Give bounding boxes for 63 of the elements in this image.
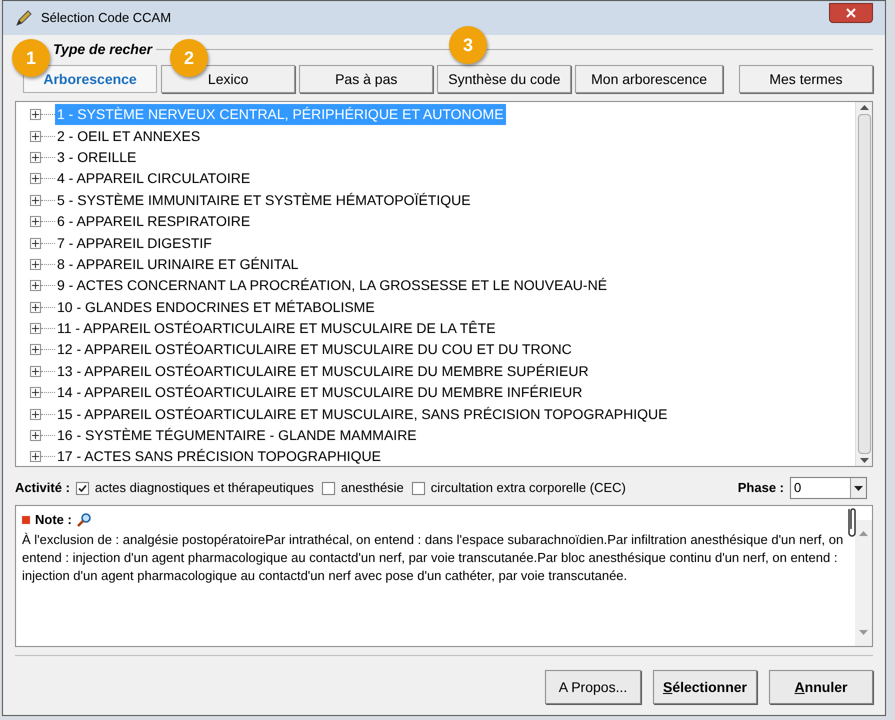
dialog-button[interactable]: Sélectionner [653,670,757,704]
tree-item[interactable]: 2 - OEIL ET ANNEXES [55,126,202,147]
checkbox-label: actes diagnostiques et thérapeutiques [94,479,314,498]
tree-item[interactable]: 6 - APPAREIL RESPIRATOIRE [55,211,252,232]
scroll-down-icon[interactable] [860,458,868,464]
expand-icon[interactable] [30,258,41,270]
expand-icon[interactable] [30,387,41,398]
tab[interactable]: Lexico [161,65,296,93]
tree-item[interactable]: 7 - APPAREIL DIGESTIF [55,232,214,254]
expand-icon[interactable] [30,238,41,249]
phase-dropdown[interactable]: 0 [790,477,867,499]
expand-icon[interactable] [30,130,41,142]
expand-icon[interactable] [30,280,41,292]
scroll-thumb[interactable] [858,114,870,454]
close-button[interactable] [829,3,873,23]
expand-icon[interactable] [30,344,41,356]
phase-label: Phase : [738,479,784,498]
scrollbar[interactable] [855,102,872,466]
tab[interactable]: Mes termes [738,65,873,93]
note-text: À l'exclusion de : analgésie postopératoirePar intrathécal, on entend : dans l'espace subarachnoïdien.Par infiltration anesthésique d'un nerf, on entend : injection d'un agent pharmacologique au contactd'un nerf, par voie transcutanée.Par bloc anesthésique continu d'un nerf, on entend : injection d'un agent pharmacologique au contactd'un nerf avec pose d'un cathéter, par voie transcutanée. [22,530,844,584]
dialog-button[interactable]: A Propos... [545,670,641,704]
expand-icon[interactable] [30,216,41,228]
tree-item[interactable]: 16 - SYSTÈME TÉGUMENTAIRE - GLANDE MAMMAIRE [55,425,419,446]
expand-icon[interactable] [30,109,41,120]
scroll-up-icon[interactable] [860,104,868,110]
tree-item[interactable]: 15 - APPAREIL OSTÉOARTICULAIRE ET MUSCULAIRE, SANS PRÉCISION TOPOGRAPHIQUE [55,404,670,425]
checkbox-label: anesthésie [340,479,404,498]
tree-item[interactable]: 8 - APPAREIL URINAIRE ET GÉNITAL [55,254,300,275]
checkbox[interactable] [412,482,425,494]
tree-item[interactable]: 5 - SYSTÈME IMMUNITAIRE ET SYSTÈME HÉMATOPOÏÉTIQUE [55,190,473,211]
checkbox[interactable] [76,482,89,494]
checkbox[interactable] [322,482,335,494]
close-icon [846,8,856,18]
tree-item[interactable]: 14 - APPAREIL OSTÉOARTICULAIRE ET MUSCULAIRE DU MEMBRE INFÉRIEUR [55,382,584,404]
tree-item[interactable]: 9 - ACTES CONCERNANT LA PROCRÉATION, LA GROSSESSE ET LE NOUVEAU-NÉ [55,275,610,296]
expand-icon[interactable] [30,152,41,163]
note-marker [22,516,30,524]
tree-item[interactable]: 10 - GLANDES ENDOCRINES ET MÉTABOLISME [55,296,377,318]
tree-item[interactable]: 3 - OREILLE [55,146,138,168]
dialog-button[interactable]: Annuler [769,670,873,704]
group-title: Type de recher [53,40,152,59]
tree-item[interactable]: 12 - APPAREIL OSTÉOARTICULAIRE ET MUSCULAIRE DU COU ET DU TRONC [55,339,574,360]
tab[interactable]: Synthèse du code [437,65,572,93]
magnifier-icon[interactable] [76,512,91,527]
expand-icon[interactable] [30,194,41,206]
tree-item[interactable]: 11 - APPAREIL OSTÉOARTICULAIRE ET MUSCULAIRE DE LA TÊTE [55,318,498,340]
tree-item[interactable]: 13 - APPAREIL OSTÉOARTICULAIRE ET MUSCULAIRE DU MEMBRE SUPÉRIEUR [55,360,591,382]
pencil-icon [15,9,33,27]
expand-icon[interactable] [30,430,41,442]
tab[interactable]: Mon arborescence [575,65,723,93]
tree-item[interactable]: 17 - ACTES SANS PRÉCISION TOPOGRAPHIQUE [55,446,383,466]
checkbox-label: circultation extra corporelle (CEC) [430,479,626,498]
window-title: Sélection Code CCAM [41,9,172,28]
expand-icon[interactable] [30,323,41,334]
expand-icon[interactable] [30,302,41,313]
tree-item[interactable]: 4 - APPAREIL CIRCULATOIRE [55,168,252,190]
expand-icon[interactable] [30,173,41,184]
tab[interactable]: Pas à pas [299,65,434,93]
expand-icon[interactable] [30,451,41,462]
note-label: Note : [35,511,72,529]
expand-icon[interactable] [30,366,41,377]
expand-icon[interactable] [30,408,41,420]
activity-label: Activité : [15,479,70,498]
